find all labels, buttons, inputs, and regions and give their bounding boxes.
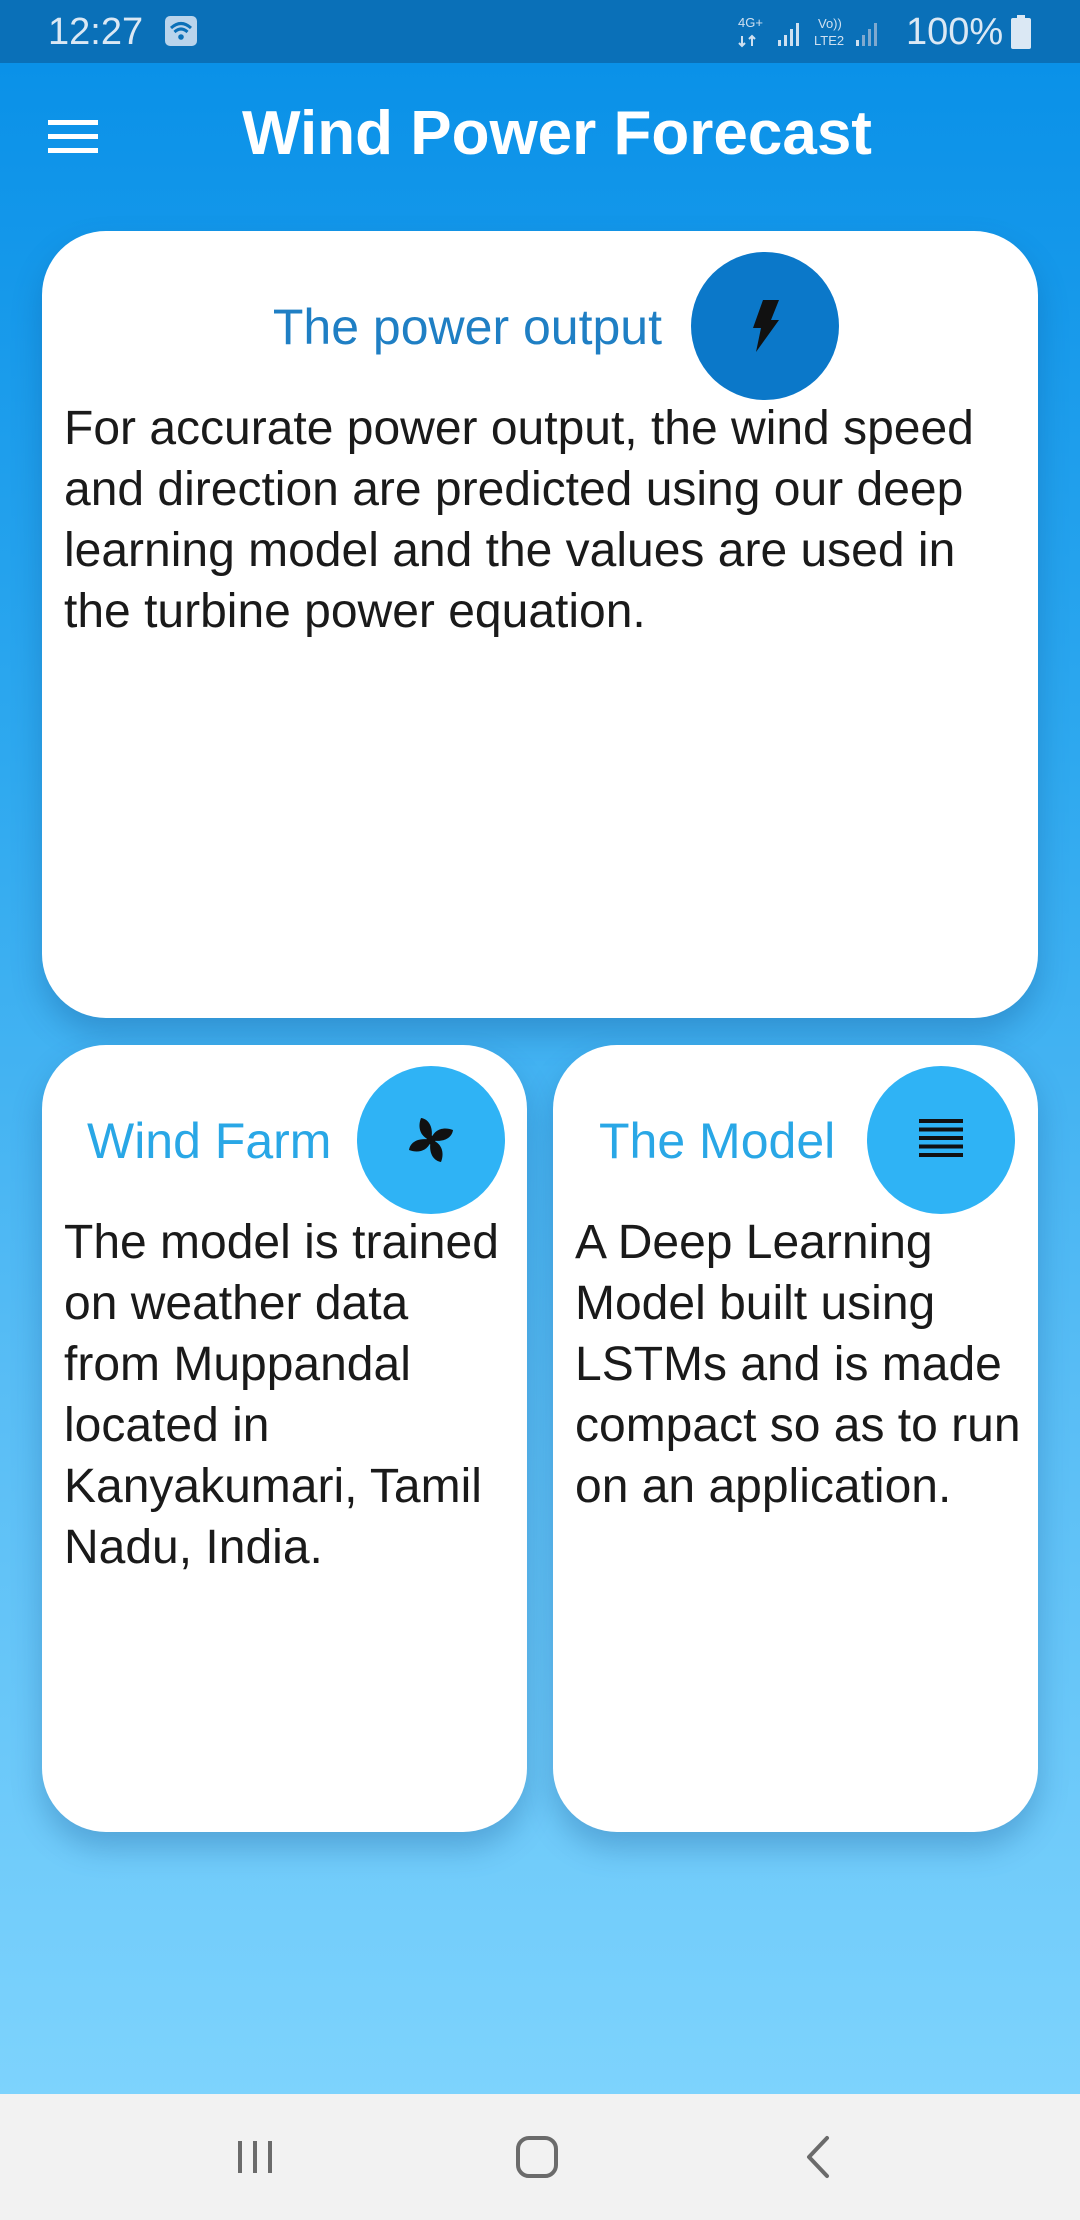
status-bar: 12:27 4G+ Vo)) LTE2 100% bbox=[0, 0, 1080, 63]
back-button[interactable] bbox=[773, 2114, 863, 2200]
power-output-card[interactable]: The power output For accurate power outp… bbox=[42, 231, 1038, 1018]
fan-icon bbox=[409, 1118, 453, 1162]
navigation-bar bbox=[0, 2094, 1080, 2220]
network-label-lte2: LTE2 bbox=[814, 33, 844, 48]
model-card[interactable]: The Model A Deep Learning Model built us… bbox=[553, 1045, 1038, 1832]
battery-level: 100% bbox=[906, 11, 1004, 53]
power-output-icon-button[interactable] bbox=[691, 252, 839, 400]
justify-lines-icon bbox=[919, 1119, 963, 1157]
model-description: A Deep Learning Model built using LSTMs … bbox=[575, 1216, 1021, 1513]
wind-farm-icon-button[interactable] bbox=[357, 1066, 505, 1214]
power-output-title: The power output bbox=[272, 299, 662, 355]
network-label-4g: 4G+ bbox=[738, 15, 763, 30]
battery-icon bbox=[1011, 15, 1031, 49]
power-output-description: For accurate power output, the wind spee… bbox=[64, 402, 974, 638]
lightning-bolt-icon bbox=[753, 300, 779, 352]
home-icon bbox=[516, 2136, 558, 2178]
wind-farm-card[interactable]: Wind Farm The model is trained on weathe… bbox=[42, 1045, 527, 1832]
network-label-volte: Vo)) bbox=[818, 16, 842, 31]
wifi-icon bbox=[165, 16, 197, 46]
model-icon-button[interactable] bbox=[867, 1066, 1015, 1214]
signal-icon: 4G+ Vo)) LTE2 bbox=[738, 15, 877, 48]
recents-button[interactable] bbox=[210, 2114, 300, 2200]
status-time: 12:27 bbox=[48, 11, 144, 53]
home-button[interactable] bbox=[492, 2114, 582, 2200]
wind-farm-title: Wind Farm bbox=[87, 1113, 332, 1169]
recents-icon bbox=[238, 2141, 272, 2173]
app-title: Wind Power Forecast bbox=[242, 99, 872, 168]
app-screen: 12:27 4G+ Vo)) LTE2 100% Wind Power Fore… bbox=[0, 0, 1080, 2220]
model-title: The Model bbox=[599, 1113, 836, 1169]
wind-farm-description: The model is trained on weather data fro… bbox=[64, 1216, 499, 1574]
back-chevron-icon bbox=[807, 2136, 829, 2178]
